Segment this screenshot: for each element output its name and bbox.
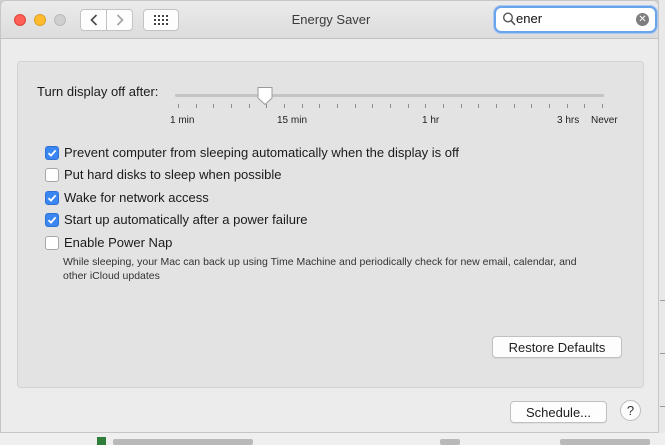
option-label: Prevent computer from sleeping automatic… [64,145,460,160]
display-sleep-label: Turn display off after: [37,84,159,99]
slider-tick-mark [496,104,497,108]
slider-tick-mark [302,104,303,108]
slider-tick-mark [319,104,320,108]
search-icon [502,12,516,26]
slider-tick-label: 1 hr [422,115,440,126]
search-field[interactable]: ener ✕ [494,6,657,33]
background-text [113,439,253,445]
checkmark-icon [47,216,57,224]
background-mark [660,406,665,407]
option-label: Put hard disks to sleep when possible [64,167,282,182]
background-file-icon [97,437,106,445]
slider-tick-mark [284,104,285,108]
slider-tick-label: 3 hrs [557,115,580,126]
option-prevent-sleep[interactable]: Prevent computer from sleeping automatic… [45,145,459,160]
option-wake-network[interactable]: Wake for network access [45,190,209,205]
slider-tick-mark [213,104,214,108]
slider-tick-mark [443,104,444,108]
checkmark-icon [47,149,57,157]
option-label: Wake for network access [64,190,209,205]
slider-tick-mark [478,104,479,108]
option-disk-sleep[interactable]: Put hard disks to sleep when possible [45,167,282,182]
background-text [560,439,650,445]
clear-search-icon[interactable]: ✕ [636,13,649,26]
checkbox[interactable] [45,235,59,250]
background-text [440,439,460,445]
background-mark [660,300,665,301]
background-mark [660,353,665,354]
search-input-value[interactable]: ener [516,11,542,26]
back-button[interactable] [80,9,107,31]
slider-tick-mark [461,104,462,108]
checkbox[interactable] [45,212,59,227]
slider-tick-mark [372,104,373,108]
slider-tick-mark [408,104,409,108]
show-all-grid-icon [154,15,168,25]
slider-tick-mark [549,104,550,108]
slider-tick-mark [425,104,426,108]
slider-tick-mark [337,104,338,108]
slider-tick-mark [567,104,568,108]
option-power-nap[interactable]: Enable Power Nap [45,235,172,250]
slider-tick-mark [514,104,515,108]
chevron-left-icon [89,14,97,26]
checkbox[interactable] [45,167,59,182]
slider-tick-mark [531,104,532,108]
chevron-right-icon [116,14,124,26]
background-list-row [0,433,665,445]
option-label: Enable Power Nap [64,235,173,250]
background-window-edge [659,0,665,445]
window-title: Energy Saver [291,12,371,27]
show-all-button[interactable] [143,9,179,31]
forward-button[interactable] [106,9,133,31]
checkbox[interactable] [45,145,59,160]
option-startup-power-failure[interactable]: Start up automatically after a power fai… [45,212,308,227]
slider-tick-label: Never [591,115,618,126]
power-nap-description: While sleeping, your Mac can back up usi… [63,256,577,282]
slider-tick-mark [584,104,585,108]
slider-tick-mark [390,104,391,108]
display-sleep-slider-thumb[interactable] [256,86,274,106]
display-sleep-slider-track[interactable] [175,94,604,97]
slider-tick-mark [355,104,356,108]
slider-tick-label: 1 min [170,115,195,126]
slider-tick-mark [178,104,179,108]
close-window-button[interactable] [14,14,26,26]
slider-tick-mark [196,104,197,108]
title-bar: Energy Saver ener ✕ [1,1,658,39]
checkbox[interactable] [45,190,59,205]
option-label: Start up automatically after a power fai… [64,212,308,227]
schedule-button[interactable]: Schedule... [510,401,607,423]
slider-tick-mark [602,104,603,108]
zoom-window-button[interactable] [54,14,66,26]
restore-defaults-button[interactable]: Restore Defaults [492,336,622,358]
slider-tick-mark [231,104,232,108]
slider-tick-label: 15 min [277,115,308,126]
checkmark-icon [47,194,57,202]
minimize-window-button[interactable] [34,14,46,26]
help-button[interactable]: ? [620,400,641,421]
slider-tick-mark [249,104,250,108]
